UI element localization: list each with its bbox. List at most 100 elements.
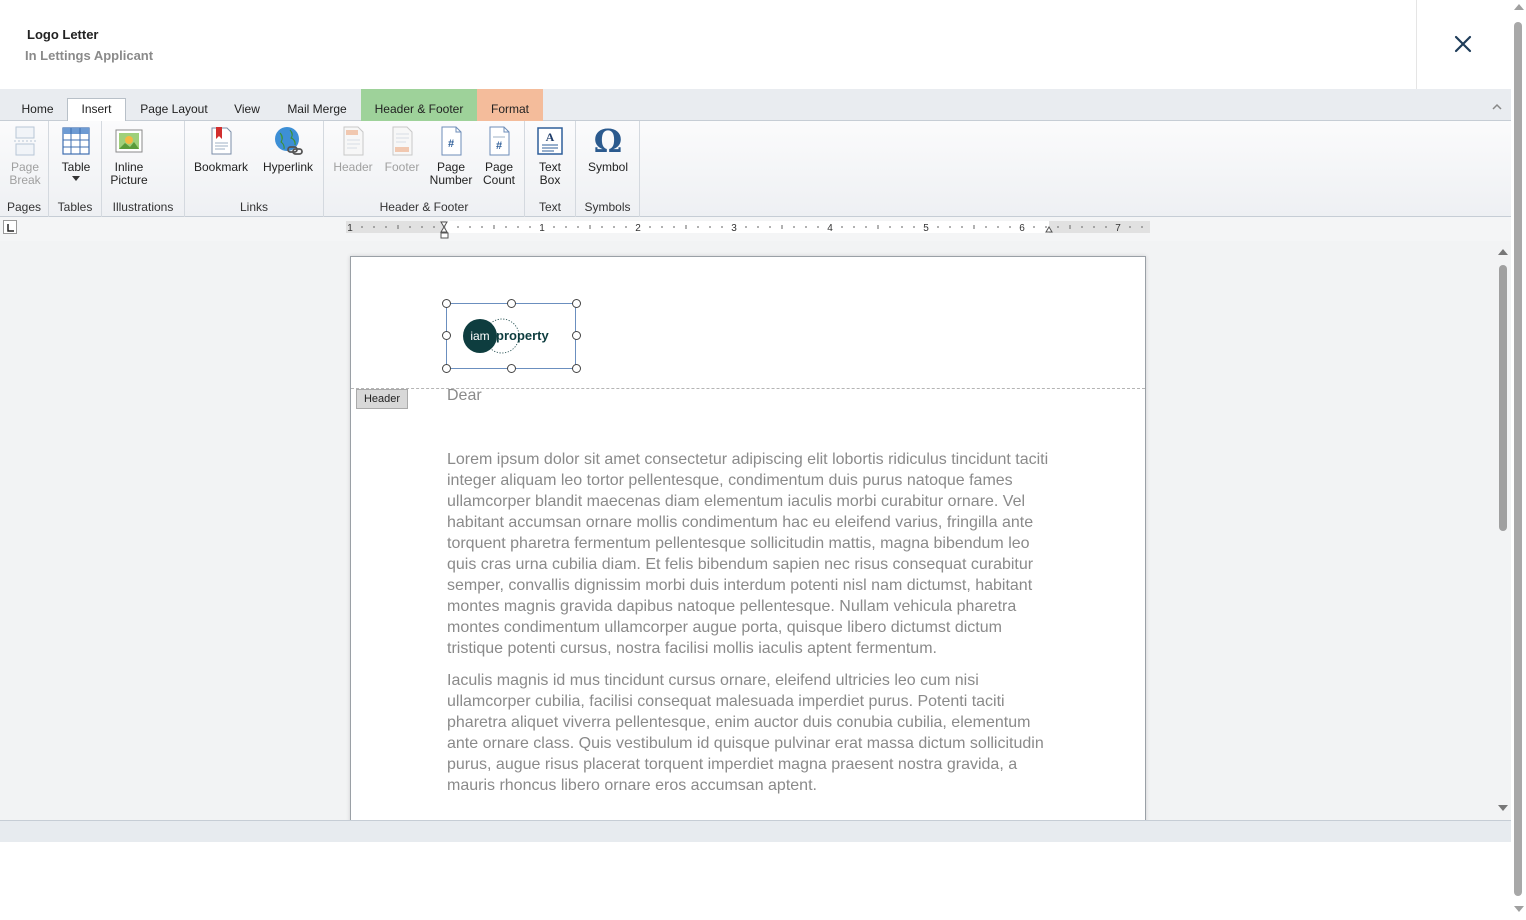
- document-canvas[interactable]: iam property Header Dear Lorem ipsum dol…: [0, 241, 1511, 820]
- page-count-label-2: Count: [482, 173, 516, 187]
- ruler-number: 1: [539, 223, 545, 234]
- picture-icon: [115, 129, 143, 153]
- horizontal-ruler[interactable]: 1 1 2 3 4 5 6 7: [346, 221, 1150, 239]
- group-symbols: Ω Symbol Symbols: [576, 121, 640, 217]
- ribbon-tab-strip: Home Insert Page Layout View Mail Merge …: [0, 89, 1511, 122]
- tab-stop-left-icon: [7, 224, 14, 232]
- group-label-symbols: Symbols: [584, 200, 631, 214]
- symbol-button[interactable]: Ω Symbol: [582, 125, 634, 174]
- resize-handle[interactable]: [572, 299, 581, 308]
- dropdown-arrow-icon: [72, 176, 80, 181]
- scroll-up-arrow-icon[interactable]: [1514, 4, 1524, 10]
- document-subtitle: In Lettings Applicant: [25, 48, 154, 63]
- close-icon: [1454, 35, 1472, 53]
- resize-handle[interactable]: [572, 331, 581, 340]
- page-number-label-2: Number: [429, 173, 473, 187]
- ruler-number: 3: [731, 223, 737, 234]
- inline-picture-button[interactable]: Inline Picture: [108, 125, 150, 187]
- header-button[interactable]: Header: [330, 125, 376, 174]
- ruler-number: 7: [1115, 223, 1121, 234]
- scrollbar-thumb[interactable]: [1514, 22, 1522, 896]
- left-indent-marker[interactable]: [440, 232, 449, 239]
- table-label: Table: [61, 160, 91, 174]
- svg-text:Ω: Ω: [594, 125, 622, 157]
- table-icon: [62, 127, 90, 155]
- ruler-number: 4: [827, 223, 833, 234]
- text-box-icon: A: [537, 127, 563, 155]
- group-label-links: Links: [239, 200, 268, 214]
- ruler-number: 5: [923, 223, 929, 234]
- logo-word-b: property: [496, 328, 550, 343]
- ruler-number: 2: [635, 223, 641, 234]
- ruler-scale: 1 1 2 3 4 5 6 7: [346, 221, 1150, 239]
- resize-handle[interactable]: [442, 364, 451, 373]
- table-button[interactable]: Table: [55, 125, 97, 182]
- tab-home[interactable]: Home: [10, 99, 65, 121]
- tab-mail-merge[interactable]: Mail Merge: [274, 99, 360, 121]
- tab-view[interactable]: View: [222, 99, 272, 121]
- dialog-titlebar: Logo Letter In Lettings Applicant: [0, 0, 1511, 89]
- text-box-button[interactable]: A Text Box: [530, 125, 570, 187]
- scroll-down-arrow-icon[interactable]: [1514, 906, 1524, 912]
- tab-format[interactable]: Format: [477, 89, 543, 121]
- document-title: Logo Letter: [27, 27, 99, 42]
- page-break-button[interactable]: Page Break: [4, 125, 46, 187]
- close-button[interactable]: [1446, 28, 1480, 60]
- page-number-icon: #: [441, 126, 462, 156]
- group-tables: Table Tables: [49, 121, 102, 217]
- group-header-footer: Header Footer # Page Number # Page Count…: [324, 121, 525, 217]
- ruler-row: 1 1 2 3 4 5 6 7: [0, 217, 1511, 241]
- collapse-ribbon-button[interactable]: [1491, 99, 1503, 110]
- footer-label: Footer: [384, 160, 420, 174]
- page-break-label-2: Break: [9, 173, 41, 187]
- header-tag[interactable]: Header: [356, 389, 408, 409]
- greeting-text[interactable]: Dear: [447, 387, 482, 405]
- resize-handle[interactable]: [572, 364, 581, 373]
- document-page[interactable]: iam property Header Dear Lorem ipsum dol…: [350, 256, 1146, 820]
- page-count-button[interactable]: # Page Count: [476, 125, 522, 187]
- body-paragraph[interactable]: Lorem ipsum dolor sit amet consectetur a…: [447, 449, 1057, 659]
- document-scrollbar[interactable]: [1495, 241, 1511, 820]
- resize-handle[interactable]: [507, 364, 516, 373]
- hyperlink-button[interactable]: Hyperlink: [258, 125, 318, 174]
- tab-header-footer[interactable]: Header & Footer: [361, 89, 477, 121]
- group-label-text: Text: [538, 200, 561, 214]
- divider: [1416, 0, 1417, 89]
- scroll-down-arrow-icon[interactable]: [1498, 805, 1508, 811]
- omega-icon: Ω: [594, 125, 622, 157]
- scroll-up-arrow-icon[interactable]: [1498, 249, 1508, 255]
- svg-text:#: #: [448, 138, 454, 150]
- footer-button[interactable]: Footer: [379, 125, 425, 174]
- tab-page-layout[interactable]: Page Layout: [128, 99, 220, 121]
- logo-image-selection[interactable]: iam property: [442, 299, 581, 373]
- tab-stop-selector[interactable]: [3, 220, 17, 234]
- bookmark-label: Bookmark: [193, 160, 249, 174]
- scrollbar-thumb[interactable]: [1499, 265, 1507, 531]
- page-number-button[interactable]: # Page Number: [428, 125, 474, 187]
- page-break-icon: [14, 126, 36, 156]
- globe-link-icon: [275, 127, 303, 155]
- iam-property-logo: iam property: [463, 318, 550, 354]
- status-bar: [0, 820, 1511, 842]
- inline-picture-label-2: Picture: [110, 173, 148, 187]
- resize-handle[interactable]: [442, 331, 451, 340]
- symbol-label: Symbol: [587, 160, 628, 174]
- group-illustrations: Inline Picture Illustrations: [102, 121, 185, 217]
- ruler-number: 1: [347, 223, 353, 234]
- page-count-icon: #: [489, 126, 510, 156]
- svg-text:A: A: [546, 130, 555, 144]
- body-paragraph[interactable]: Iaculis magnis id mus tincidunt cursus o…: [447, 670, 1057, 796]
- resize-handle[interactable]: [442, 299, 451, 308]
- chevron-up-icon: [1492, 103, 1502, 110]
- window-scrollbar[interactable]: [1511, 0, 1526, 920]
- text-box-label-2: Box: [539, 173, 561, 187]
- group-text: A Text Box Text: [525, 121, 576, 217]
- header-label: Header: [333, 160, 373, 174]
- svg-text:#: #: [496, 140, 502, 152]
- bookmark-button[interactable]: Bookmark: [191, 125, 251, 174]
- resize-handle[interactable]: [507, 299, 516, 308]
- ribbon-insert: Page Break Pages Table Tables Inline Pic…: [0, 121, 1511, 217]
- group-label-header-footer: Header & Footer: [379, 200, 469, 214]
- group-label-pages: Pages: [6, 200, 42, 214]
- tab-insert[interactable]: Insert: [67, 98, 126, 122]
